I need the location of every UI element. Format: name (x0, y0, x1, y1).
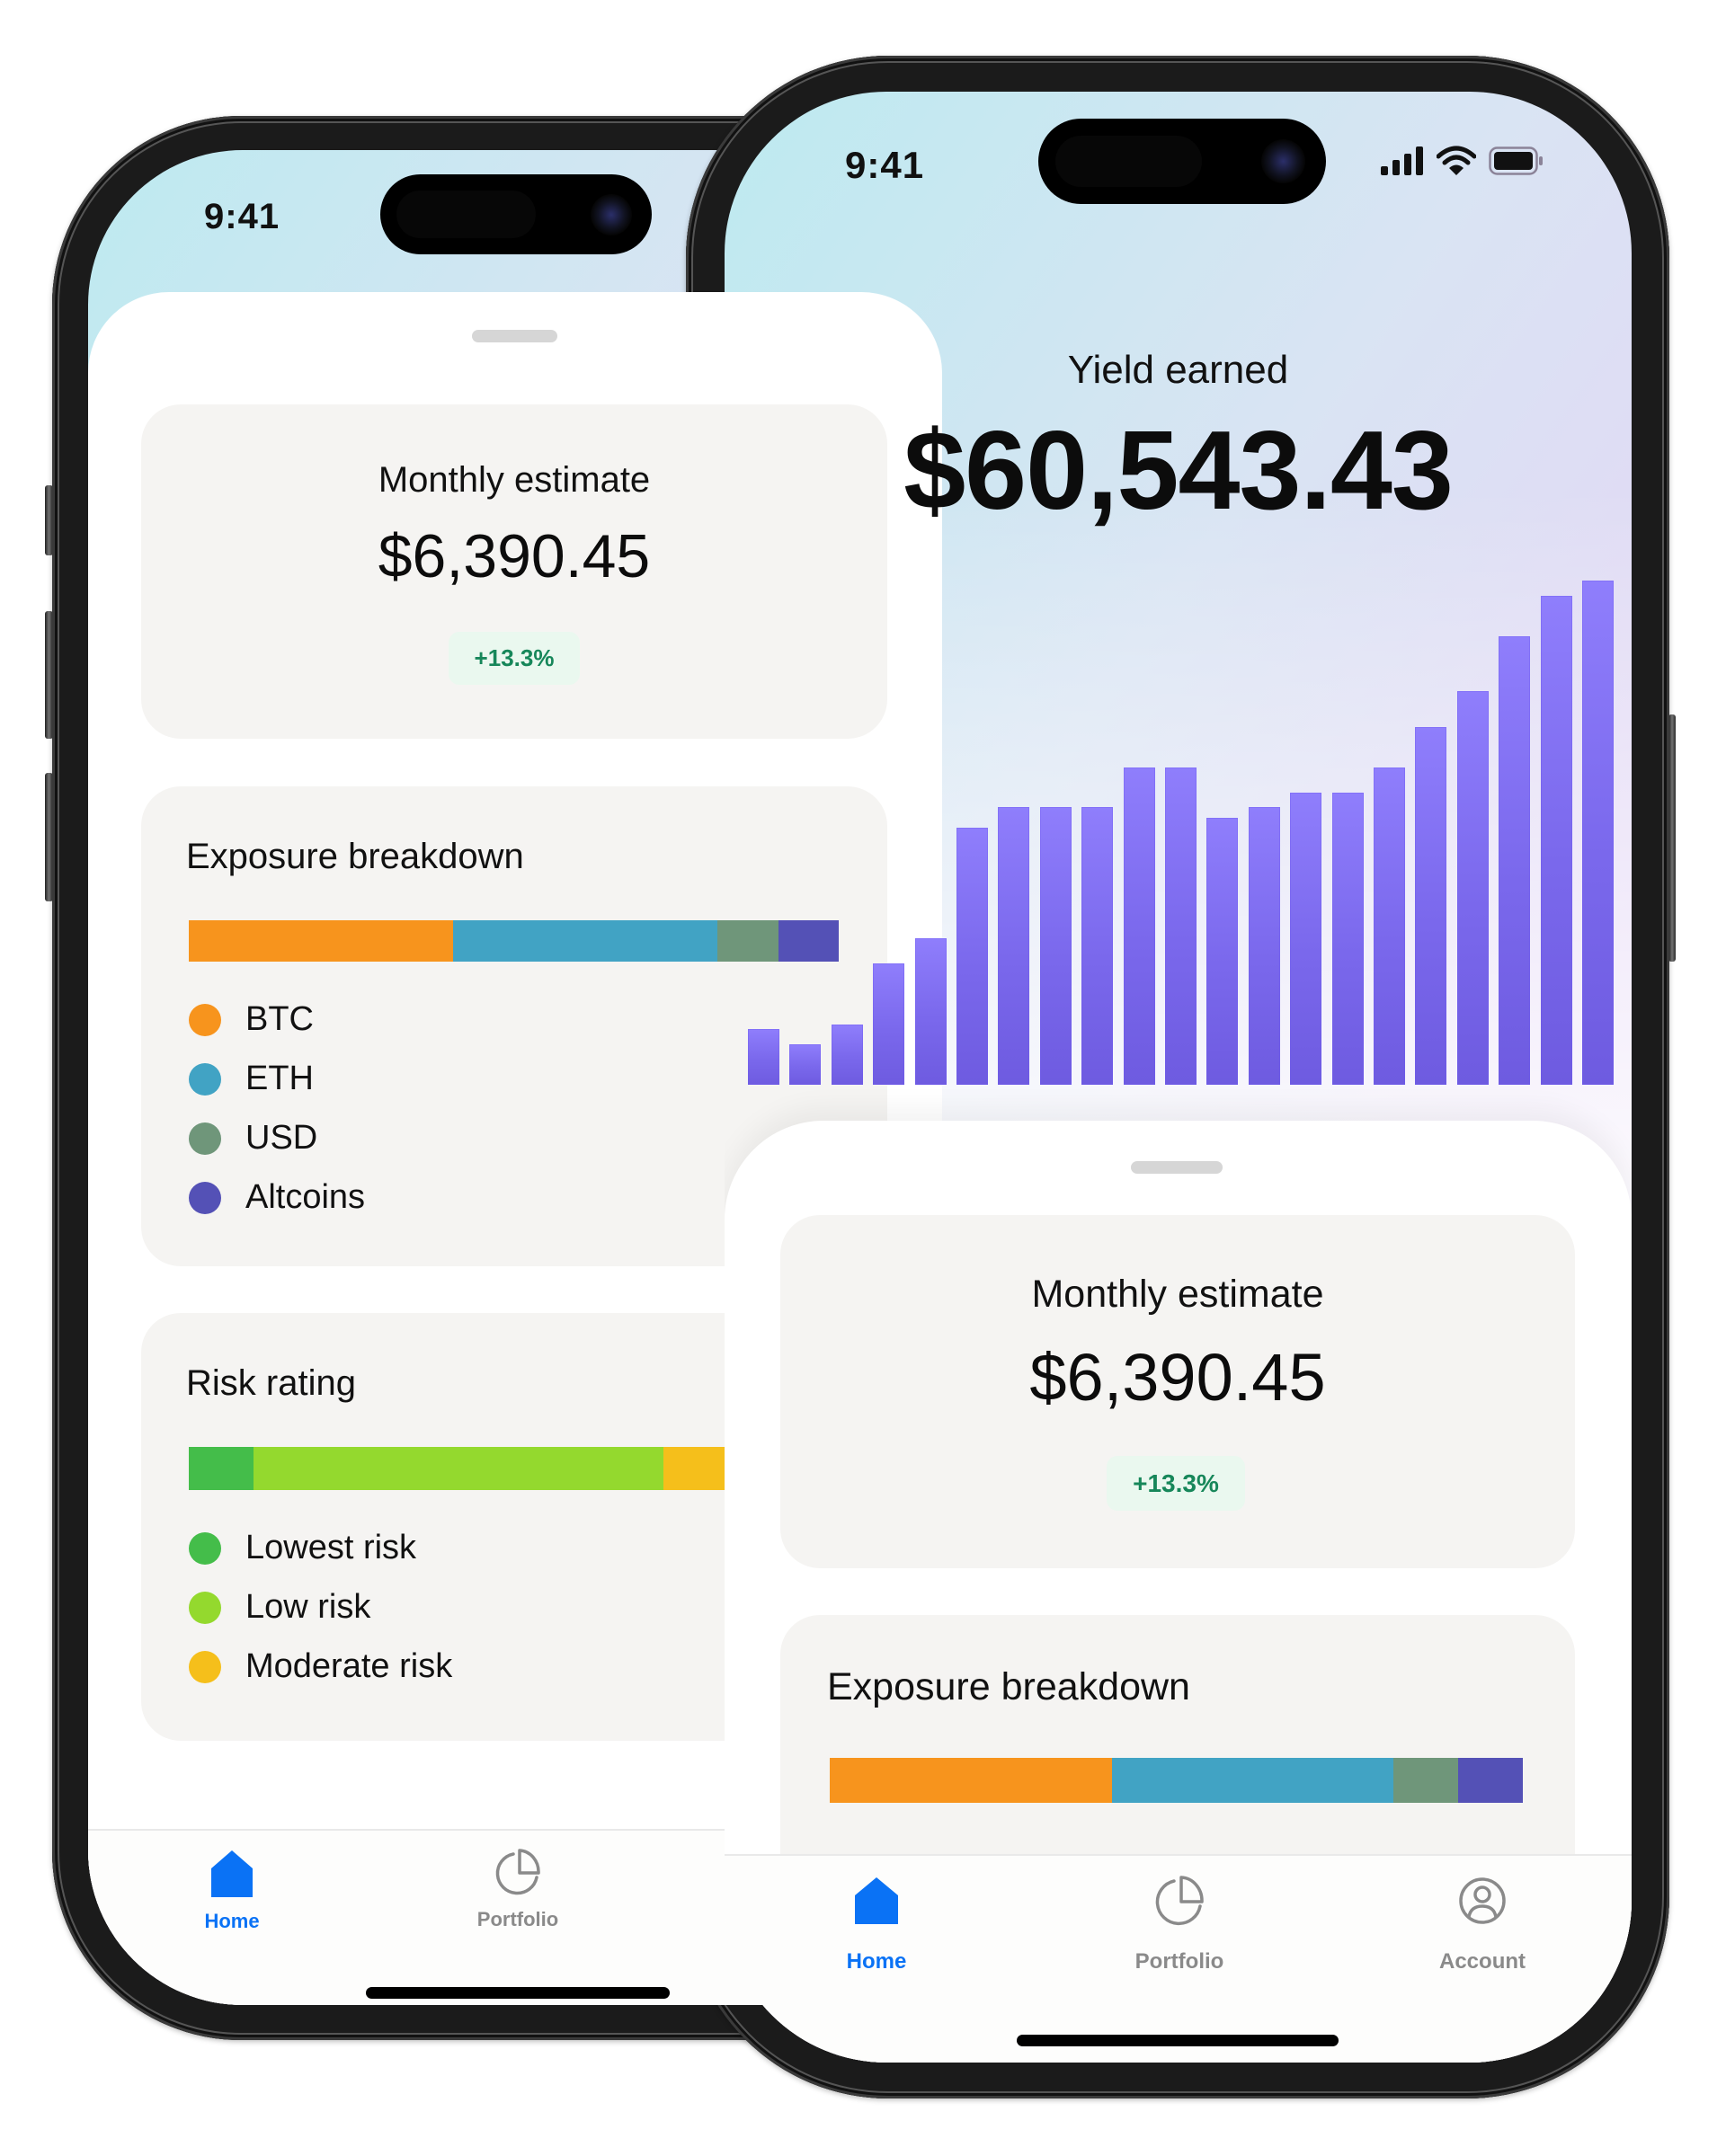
right-phone: 9:41 Yield earned $60,543.43 Monthly est… (686, 56, 1676, 2098)
legend-label: USD (245, 1119, 318, 1157)
home-icon (211, 1850, 253, 1897)
tab-home[interactable]: Home (204, 1850, 260, 1933)
dynamic-island (380, 174, 652, 254)
risk-legend-item: Lowest risk (189, 1529, 416, 1567)
right-screen: 9:41 Yield earned $60,543.43 Monthly est… (725, 92, 1632, 2063)
tab-portfolio-label: Portfolio (476, 1908, 559, 1930)
legend-dot-icon (189, 1062, 221, 1096)
legend-dot-icon (189, 1591, 221, 1624)
chart-bar (956, 827, 988, 1085)
exposure-segment-eth (453, 920, 717, 962)
monthly-estimate-card: Monthly estimate $6,390.45 +13.3% (780, 1215, 1575, 1568)
yield-earned-label: Yield earned (1067, 348, 1289, 392)
legend-label: Altcoins (245, 1178, 366, 1216)
exposure-legend-item: Altcoins (189, 1178, 365, 1217)
chart-bar (1123, 767, 1155, 1085)
change-badge: +13.3% (1107, 1456, 1245, 1511)
legend-label: Lowest risk (245, 1529, 417, 1566)
tab-account-label: Account (1439, 1949, 1526, 1974)
chart-bar (1582, 581, 1614, 1085)
exposure-legend-item: ETH (189, 1060, 314, 1098)
tab-portfolio[interactable]: Portfolio (464, 1849, 572, 1931)
legend-label: Moderate risk (245, 1647, 453, 1685)
risk-legend-item: Low risk (189, 1588, 370, 1627)
chart-bar (1165, 767, 1197, 1085)
home-indicator[interactable] (366, 1987, 670, 1999)
tab-portfolio-label: Portfolio (1134, 1949, 1224, 1974)
wifi-icon (1437, 146, 1476, 175)
risk-segment-low-risk (254, 1447, 663, 1490)
legend-label: Low risk (245, 1588, 371, 1626)
camera-icon (591, 194, 632, 235)
exposure-title: Exposure breakdown (186, 837, 524, 876)
chart-bar (1248, 807, 1280, 1085)
chart-bar (1206, 817, 1239, 1085)
chart-bar (1290, 792, 1322, 1085)
tab-home-label: Home (204, 1910, 260, 1932)
chart-bar (1081, 807, 1114, 1085)
power-button (1668, 714, 1676, 962)
chart-bar (998, 807, 1030, 1085)
exposure-segment-btc (830, 1758, 1112, 1803)
chart-bar (789, 1044, 822, 1085)
battery-icon (1489, 146, 1543, 175)
exposure-title: Exposure breakdown (827, 1665, 1190, 1708)
tab-home[interactable]: Home (836, 1877, 917, 1974)
bottom-sheet: Monthly estimate $6,390.45 +13.3% Exposu… (725, 1121, 1632, 2063)
chart-bar (748, 1029, 779, 1085)
legend-dot-icon (189, 1122, 221, 1155)
status-time: 9:41 (204, 197, 280, 236)
chart-bar (1540, 595, 1572, 1085)
sheet-handle[interactable] (472, 330, 557, 342)
chart-bar (1039, 807, 1072, 1085)
tab-home-label: Home (846, 1949, 907, 1974)
exposure-bar (830, 1758, 1523, 1803)
risk-segment-lowest-risk (189, 1447, 254, 1490)
risk-legend-item: Moderate risk (189, 1647, 452, 1686)
chart-bar (914, 938, 947, 1085)
home-icon (855, 1877, 898, 1924)
tab-bar: Home Portfolio Account (725, 1854, 1632, 2063)
exposure-segment-altcoins (1458, 1758, 1523, 1803)
chart-bar (873, 963, 905, 1085)
legend-dot-icon (189, 1003, 221, 1036)
pie-chart-icon (1155, 1876, 1204, 1926)
yield-bar-chart (748, 546, 1614, 1085)
exposure-segment-usd (1392, 1758, 1459, 1803)
legend-dot-icon (189, 1181, 221, 1214)
monthly-estimate-value: $6,390.45 (1029, 1340, 1326, 1415)
legend-label: BTC (245, 1000, 314, 1038)
chart-bar (831, 1024, 863, 1085)
exposure-legend-item: BTC (189, 1000, 314, 1039)
camera-icon (1261, 139, 1305, 183)
risk-title: Risk rating (186, 1363, 356, 1403)
status-icons (1381, 146, 1544, 176)
status-time: 9:41 (845, 144, 925, 186)
chart-bar (1374, 767, 1405, 1085)
chart-bar (1331, 792, 1364, 1085)
sheet-handle[interactable] (1131, 1161, 1223, 1174)
exposure-segment-eth (1111, 1758, 1393, 1803)
exposure-segment-btc (189, 920, 454, 962)
chart-bar (1499, 635, 1531, 1085)
pie-chart-icon (495, 1849, 540, 1895)
legend-dot-icon (189, 1650, 221, 1683)
chart-bar (1415, 726, 1447, 1085)
legend-label: ETH (245, 1060, 314, 1097)
legend-dot-icon (189, 1531, 221, 1565)
monthly-estimate-label: Monthly estimate (1031, 1273, 1324, 1316)
dynamic-island (1038, 119, 1326, 204)
exposure-legend-item: USD (189, 1119, 317, 1158)
home-indicator[interactable] (1017, 2035, 1339, 2046)
account-icon (1459, 1877, 1506, 1924)
tab-portfolio[interactable]: Portfolio (1123, 1876, 1236, 1974)
change-badge: +13.3% (449, 632, 580, 685)
signal-icon (1381, 146, 1423, 175)
exposure-bar (189, 920, 839, 962)
yield-earned-value: $60,543.43 (903, 409, 1454, 533)
chart-bar (1456, 691, 1489, 1085)
tab-account[interactable]: Account (1426, 1876, 1539, 1974)
